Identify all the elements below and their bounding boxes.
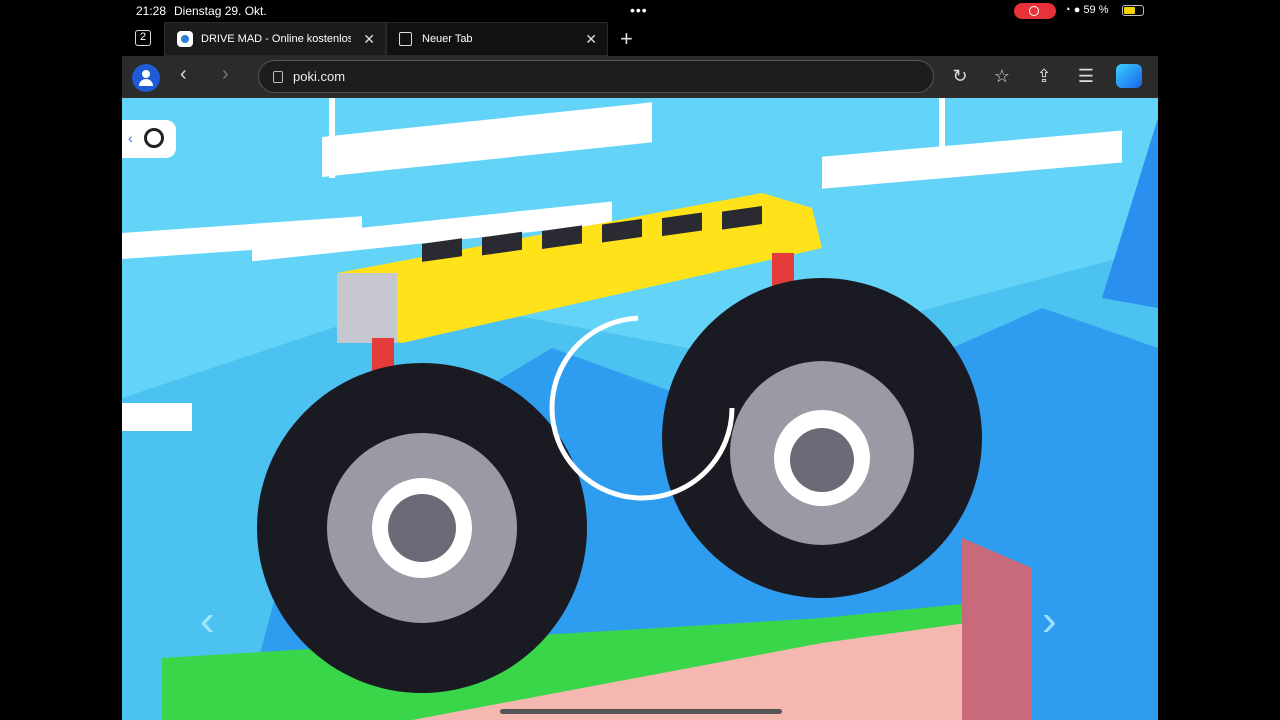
- chevron-left-icon: ‹: [128, 130, 133, 146]
- screen-recording-icon[interactable]: [1014, 3, 1056, 19]
- battery-percent: ◔ ● 59 %: [1064, 4, 1109, 16]
- poki-favicon-icon: [177, 31, 193, 47]
- tab-title: DRIVE MAD - Online kostenlos: [201, 33, 351, 45]
- rear-wheel: [662, 278, 982, 598]
- menu-icon[interactable]: ☰: [1074, 64, 1098, 88]
- game-canvas[interactable]: ‹ ‹ ›: [122, 98, 1158, 720]
- profile-avatar[interactable]: [132, 64, 160, 92]
- status-time: 21:28: [136, 4, 167, 18]
- status-date: Dienstag 29. Okt.: [174, 4, 267, 18]
- url-text: poki.com: [293, 69, 346, 84]
- steer-right-icon[interactable]: ›: [1042, 596, 1057, 646]
- status-bar: 21:28 Dienstag 29. Okt. ••• ◔ ● 59 %: [0, 0, 1280, 22]
- reload-icon[interactable]: ↻: [948, 64, 972, 88]
- new-tab-icon[interactable]: +: [620, 26, 633, 52]
- back-icon[interactable]: ‹: [180, 63, 187, 86]
- tab-title: Neuer Tab: [422, 33, 473, 45]
- copilot-icon[interactable]: [1116, 64, 1142, 88]
- wifi-icon: ◔: [1064, 4, 1071, 16]
- tab-drive-mad[interactable]: DRIVE MAD - Online kostenlos ✕: [164, 22, 386, 56]
- drive-mad-scene: [122, 98, 1158, 720]
- multitask-dots-icon[interactable]: •••: [630, 2, 648, 18]
- front-wheel: [257, 363, 587, 693]
- site-info-icon[interactable]: [273, 71, 283, 83]
- home-indicator[interactable]: [500, 709, 782, 714]
- person-icon: ●: [1073, 4, 1081, 16]
- tab-overview-button[interactable]: 2: [135, 30, 151, 46]
- share-icon[interactable]: ⇪: [1032, 64, 1056, 88]
- tab-bar: 2 DRIVE MAD - Online kostenlos ✕ Neuer T…: [122, 20, 1158, 56]
- battery-icon: [1122, 5, 1144, 16]
- navigation-bar: ‹ › poki.com ↻ ☆ ⇪ ☰: [122, 56, 1158, 98]
- poki-back-button[interactable]: ‹: [122, 120, 176, 158]
- bus-front: [337, 273, 397, 343]
- post: [962, 538, 1032, 720]
- favorites-icon[interactable]: ☆: [990, 64, 1014, 88]
- page-icon: [399, 32, 412, 46]
- tab-new-tab[interactable]: Neuer Tab ✕: [386, 22, 608, 56]
- close-tab-icon[interactable]: ✕: [363, 31, 375, 48]
- close-tab-icon[interactable]: ✕: [585, 31, 597, 48]
- forward-icon[interactable]: ›: [222, 63, 229, 86]
- address-bar[interactable]: poki.com: [258, 60, 934, 93]
- poki-logo-icon: [144, 128, 164, 148]
- steer-left-icon[interactable]: ‹: [200, 596, 215, 646]
